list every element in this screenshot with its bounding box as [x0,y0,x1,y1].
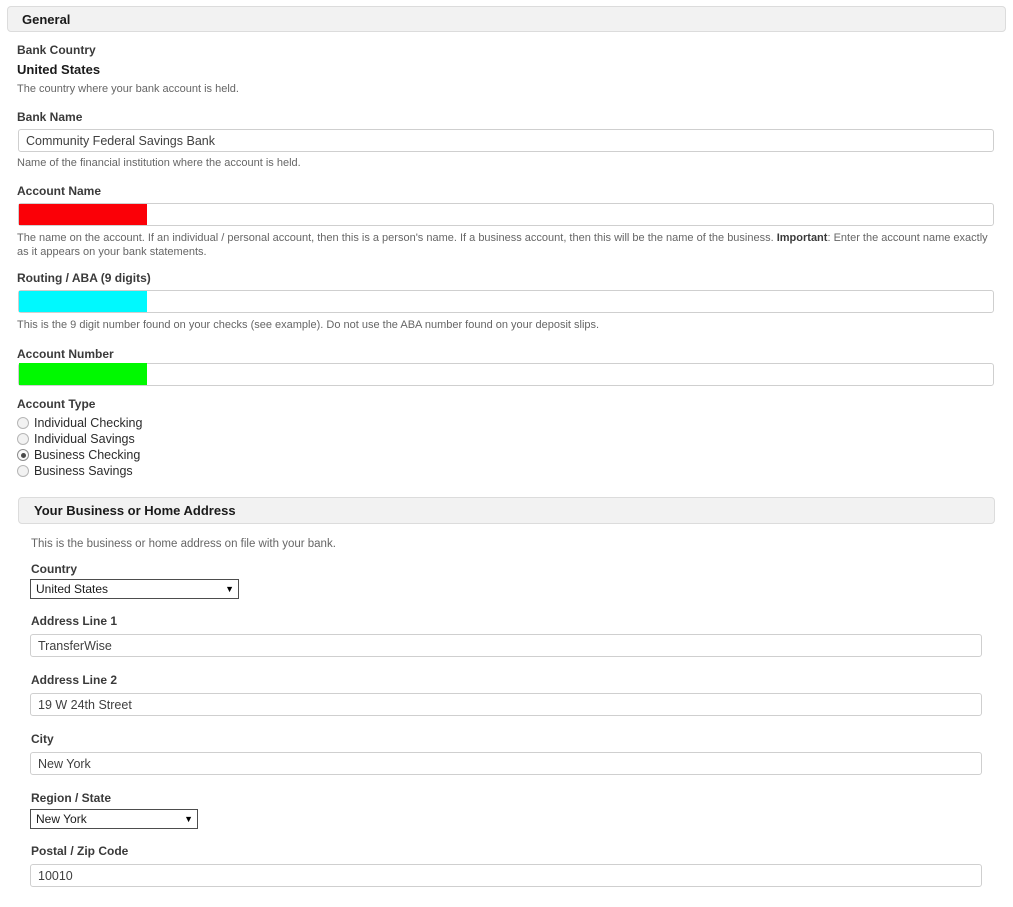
chevron-down-icon: ▼ [225,583,234,594]
radio-circle-icon[interactable] [17,417,29,429]
account-type-label: Account Type [17,397,96,411]
routing-aba-label: Routing / ABA (9 digits) [17,271,151,285]
bank-country-help: The country where your bank account is h… [17,83,239,95]
radio-label: Individual Checking [34,416,143,430]
address-section-header: Your Business or Home Address [18,497,995,524]
address-section-title: Your Business or Home Address [34,503,236,518]
account-name-help: The name on the account. If an individua… [17,231,989,259]
address-line-2-label: Address Line 2 [31,673,118,687]
bank-name-label: Bank Name [17,110,83,124]
radio-circle-icon[interactable] [17,433,29,445]
city-label: City [31,732,54,746]
account-name-label: Account Name [17,184,102,198]
address-section-intro: This is the business or home address on … [31,538,336,550]
radio-label: Business Savings [34,464,133,478]
radio-label: Individual Savings [34,432,135,446]
account-number-redaction [19,363,147,385]
radio-circle-icon[interactable] [17,465,29,477]
radio-option-individual-savings[interactable]: Individual Savings [17,431,142,447]
radio-option-business-checking[interactable]: Business Checking [17,447,142,463]
country-select[interactable]: United States ▼ [30,579,239,599]
bank-country-value: United States [17,62,101,77]
account-number-input[interactable] [18,363,994,386]
routing-aba-help: This is the 9 digit number found on your… [17,319,600,331]
chevron-down-icon: ▼ [184,813,193,824]
account-name-input[interactable] [18,203,994,226]
city-input[interactable] [30,752,982,775]
address-line-1-input[interactable] [30,634,982,657]
routing-aba-input[interactable] [18,290,994,313]
account-name-help-important: Important [776,232,828,244]
bank-country-label: Bank Country [17,43,96,57]
postal-zip-input[interactable] [30,864,982,887]
routing-aba-redaction [19,291,147,312]
account-number-label: Account Number [17,347,114,361]
region-state-select-value: New York [36,812,87,826]
general-section-title: General [22,11,71,27]
account-type-radio-group: Individual Checking Individual Savings B… [17,415,142,479]
account-name-help-part1: The name on the account. If an individua… [17,232,777,244]
radio-option-individual-checking[interactable]: Individual Checking [17,415,142,431]
radio-circle-selected-icon[interactable] [17,449,29,461]
postal-zip-label: Postal / Zip Code [31,844,129,858]
country-select-value: United States [36,582,109,596]
general-section-header: General [7,6,1006,32]
address-line-2-input[interactable] [30,693,982,716]
bank-name-input[interactable] [18,129,994,152]
address-line-1-label: Address Line 1 [31,614,118,628]
account-name-redaction [19,204,147,225]
bank-name-help: Name of the financial institution where … [17,157,301,169]
country-label: Country [31,562,77,576]
region-state-select[interactable]: New York ▼ [30,809,198,829]
radio-label: Business Checking [34,448,141,462]
radio-option-business-savings[interactable]: Business Savings [17,463,142,479]
region-state-label: Region / State [31,791,112,805]
